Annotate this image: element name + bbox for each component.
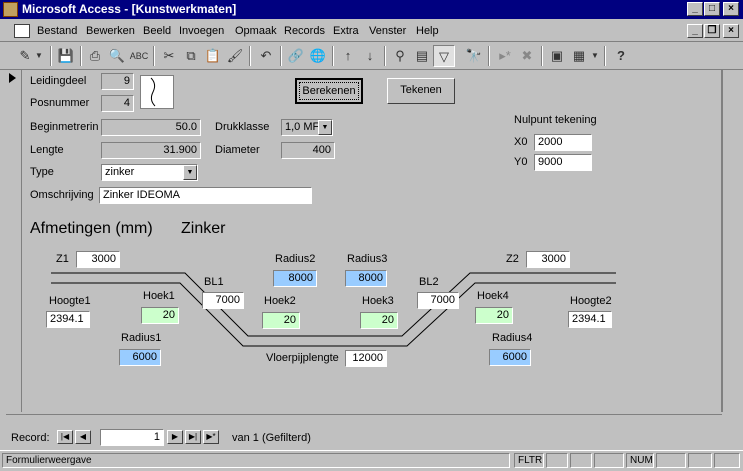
status-box — [688, 453, 712, 468]
status-box — [714, 453, 740, 468]
status-num: NUM — [626, 453, 654, 468]
horizontal-scrollbar[interactable] — [6, 414, 722, 428]
z1-field[interactable]: 3000 — [76, 251, 120, 268]
status-box — [656, 453, 686, 468]
record-count-text: van 1 (Gefilterd) — [232, 432, 311, 444]
new-record-button[interactable]: ▶* — [203, 430, 219, 444]
hoogte2-label: Hoogte2 — [570, 295, 612, 307]
record-number-field[interactable]: 1 — [100, 429, 164, 446]
vloerpijplengte-label: Vloerpijplengte — [266, 352, 339, 364]
hoek1-field[interactable]: 20 — [141, 307, 179, 324]
radius1-field[interactable]: 6000 — [119, 349, 161, 366]
record-label: Record: — [11, 432, 50, 444]
bl1-field[interactable]: 7000 — [202, 292, 244, 309]
record-navigation: Record: |◀ ◀ 1 ▶ ▶| ▶* van 1 (Gefilterd) — [6, 414, 722, 448]
radius2-field[interactable]: 8000 — [273, 270, 317, 287]
previous-record-button[interactable]: ◀ — [75, 430, 91, 444]
status-box — [546, 453, 568, 468]
z2-field[interactable]: 3000 — [526, 251, 570, 268]
hoek2-field[interactable]: 20 — [262, 312, 300, 329]
hoek4-label: Hoek4 — [477, 290, 509, 302]
status-text: Formulierweergave — [2, 453, 510, 468]
bl2-label: BL2 — [419, 276, 439, 288]
hoek2-label: Hoek2 — [264, 295, 296, 307]
hoogte1-field[interactable]: 2394.1 — [46, 311, 90, 328]
next-record-button[interactable]: ▶ — [167, 430, 183, 444]
radius4-label: Radius4 — [492, 332, 533, 344]
radius3-field[interactable]: 8000 — [345, 270, 387, 287]
radius2-label: Radius2 — [275, 253, 316, 265]
vloerpijplengte-field[interactable]: 12000 — [345, 350, 387, 367]
z2-label: Z2 — [506, 253, 519, 265]
last-record-button[interactable]: ▶| — [185, 430, 201, 444]
hoek1-label: Hoek1 — [143, 290, 175, 302]
status-box — [570, 453, 592, 468]
hoek3-field[interactable]: 20 — [360, 312, 398, 329]
status-fltr: FLTR — [514, 453, 544, 468]
hoogte1-label: Hoogte1 — [49, 295, 91, 307]
radius3-label: Radius3 — [347, 253, 388, 265]
first-record-button[interactable]: |◀ — [57, 430, 73, 444]
status-bar: Formulierweergave FLTR NUM — [0, 450, 743, 469]
radius4-field[interactable]: 6000 — [489, 349, 531, 366]
zinker-diagram — [51, 272, 616, 347]
hoek3-label: Hoek3 — [362, 295, 394, 307]
pipe-top-line — [51, 272, 616, 337]
hoogte2-field[interactable]: 2394.1 — [568, 311, 612, 328]
hoek4-field[interactable]: 20 — [475, 307, 513, 324]
radius1-label: Radius1 — [121, 332, 162, 344]
status-box — [594, 453, 624, 468]
bl1-label: BL1 — [204, 276, 224, 288]
bl2-field[interactable]: 7000 — [417, 292, 459, 309]
z1-label: Z1 — [56, 253, 69, 265]
